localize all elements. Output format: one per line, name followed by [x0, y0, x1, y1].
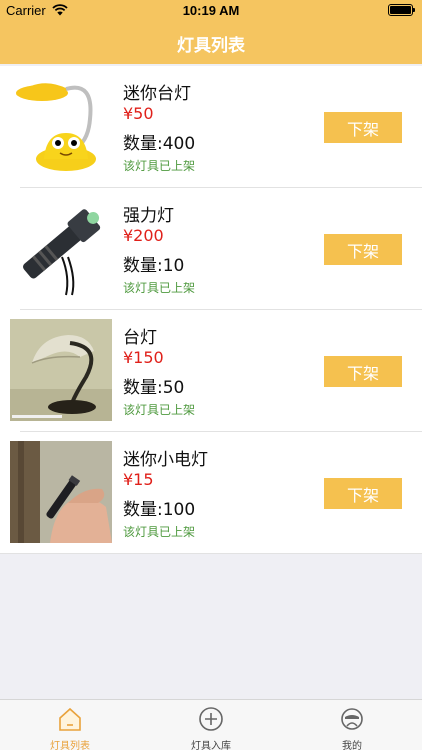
list-item[interactable]: 台灯 ¥150 数量:50 该灯具已上架 下架: [0, 310, 422, 432]
item-price: ¥15: [123, 470, 154, 489]
item-price: ¥50: [123, 104, 154, 123]
tab-label: 灯具列表: [50, 741, 90, 750]
item-quantity: 数量:50: [123, 378, 185, 398]
item-status: 该灯具已上架: [123, 281, 196, 295]
add-circle-icon: [199, 707, 223, 731]
item-status: 该灯具已上架: [123, 525, 196, 539]
lamp-list: 迷你台灯 ¥50 数量:400 该灯具已上架 下架 强力灯 ¥200 数量:10…: [0, 66, 422, 554]
item-quantity: 数量:400: [123, 134, 196, 154]
battery-level: [390, 6, 411, 14]
list-item[interactable]: 强力灯 ¥200 数量:10 该灯具已上架 下架: [0, 188, 422, 310]
tab-lamp-stock-in[interactable]: 灯具入库: [141, 706, 281, 750]
status-bar: Carrier 10:19 AM: [0, 0, 422, 22]
unlist-button[interactable]: 下架: [324, 356, 402, 387]
item-quantity: 数量:10: [123, 256, 185, 276]
item-name: 台灯: [123, 328, 157, 348]
item-name: 迷你小电灯: [123, 450, 208, 470]
item-status: 该灯具已上架: [123, 403, 196, 417]
item-status: 该灯具已上架: [123, 159, 196, 173]
flashlight-image: [10, 197, 112, 299]
mini-desk-lamp-image: [10, 75, 112, 177]
page-title: 灯具列表: [177, 35, 245, 56]
status-time: 10:19 AM: [182, 3, 240, 18]
unlist-button[interactable]: 下架: [324, 112, 402, 143]
item-name: 强力灯: [123, 206, 174, 226]
mini-penlight-image: [10, 441, 112, 543]
desk-lamp-image: [10, 319, 112, 421]
battery-icon: [388, 4, 415, 16]
unlist-button[interactable]: 下架: [324, 234, 402, 265]
profile-icon: [341, 708, 363, 730]
tab-my[interactable]: 我的: [282, 706, 422, 750]
item-quantity: 数量:100: [123, 500, 196, 520]
home-icon: [59, 707, 81, 731]
tab-label: 灯具入库: [191, 741, 231, 750]
row-divider: [0, 553, 422, 554]
list-item[interactable]: 迷你小电灯 ¥15 数量:100 该灯具已上架 下架: [0, 432, 422, 554]
list-item[interactable]: 迷你台灯 ¥50 数量:400 该灯具已上架 下架: [0, 66, 422, 188]
navigation-bar: 灯具列表: [0, 22, 422, 64]
item-name: 迷你台灯: [123, 84, 191, 104]
unlist-button[interactable]: 下架: [324, 478, 402, 509]
tab-lamp-list[interactable]: 灯具列表: [0, 706, 140, 750]
tab-bar: 灯具列表 灯具入库 我的: [0, 699, 422, 750]
tab-label: 我的: [342, 741, 362, 750]
item-price: ¥150: [123, 348, 164, 367]
item-price: ¥200: [123, 226, 164, 245]
